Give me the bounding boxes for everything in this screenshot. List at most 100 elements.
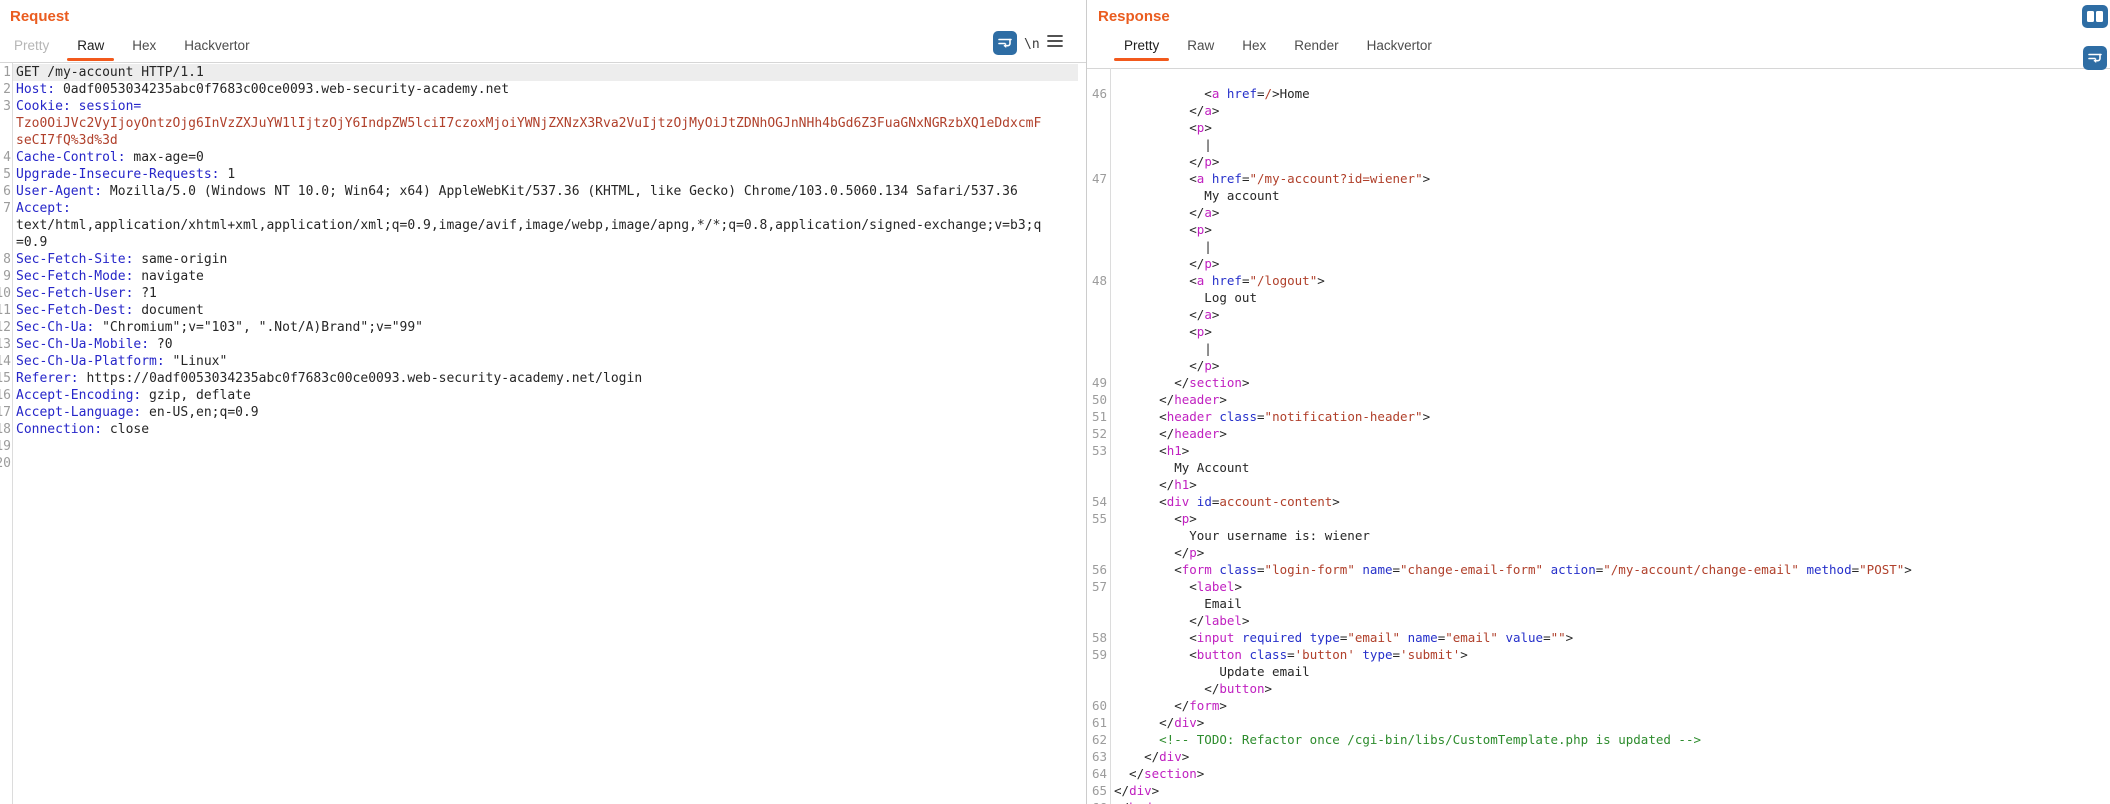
tab-pretty[interactable]: Pretty (1113, 28, 1170, 62)
split-panes-icon[interactable] (2082, 5, 2108, 28)
code-line[interactable]: 18 Connection: close (0, 421, 1086, 438)
code-line[interactable]: 12 Sec-Ch-Ua: "Chromium";v="103", ".Not/A… (0, 319, 1086, 336)
code-line[interactable]: 14 Sec-Ch-Ua-Platform: "Linux" (0, 353, 1086, 370)
code-line[interactable]: 2 Host: 0adf0053034235abc0f7683c00ce0093.… (0, 81, 1086, 98)
code-line[interactable]: </a> (1087, 204, 2110, 221)
code-line[interactable]: <p> (1087, 323, 2110, 340)
code-token: > (1219, 698, 1227, 713)
code-line[interactable]: Email (1087, 595, 2110, 612)
code-line[interactable]: 56 <form class="login-form" name="change… (1087, 561, 2110, 578)
code-line[interactable]: Log out (1087, 289, 2110, 306)
code-line[interactable]: 63 </div> (1087, 748, 2110, 765)
code-line[interactable]: 65 </div> (1087, 782, 2110, 799)
code-line[interactable]: <p> (1087, 221, 2110, 238)
code-line[interactable]: 48 <a href="/logout"> (1087, 272, 2110, 289)
code-line[interactable]: 17 Accept-Language: en-US,en;q=0.9 (0, 404, 1086, 421)
tab-pretty[interactable]: Pretty (8, 28, 55, 62)
code-line[interactable]: 7 Accept: (0, 200, 1086, 217)
code-line[interactable]: 53 <h1> (1087, 442, 2110, 459)
code-token: "/my-account/change-email" (1603, 562, 1799, 577)
code-line[interactable]: </p> (1087, 255, 2110, 272)
code-line[interactable]: 11 Sec-Fetch-Dest: document (0, 302, 1086, 319)
code-line[interactable]: </p> (1087, 153, 2110, 170)
code-line[interactable]: | (1087, 340, 2110, 357)
code-line[interactable]: </label> (1087, 612, 2110, 629)
code-line[interactable]: 66 </body> (1087, 799, 2110, 804)
code-token: > (1565, 630, 1574, 645)
code-token: > (1181, 749, 1190, 764)
code-token: type (1362, 647, 1393, 662)
code-line[interactable]: 51 <header class="notification-header"> (1087, 408, 2110, 425)
code-line[interactable]: 61 </div> (1087, 714, 2110, 731)
code-line[interactable]: seCI7fQ%3d%3d (0, 132, 1086, 149)
code-line[interactable]: 47 <a href="/my-account?id=wiener"> (1087, 170, 2110, 187)
code-line[interactable]: 5 Upgrade-Insecure-Requests: 1 (0, 166, 1086, 183)
code-line[interactable]: 62 <!-- TODO: Refactor once /cgi-bin/lib… (1087, 731, 2110, 748)
code-line[interactable]: </button> (1087, 680, 2110, 697)
code-token: </ (1114, 307, 1205, 322)
tab-raw[interactable]: Raw (1181, 28, 1220, 62)
code-line[interactable]: Update email (1087, 663, 2110, 680)
code-line[interactable]: My account (1087, 187, 2110, 204)
code-line[interactable]: 64 </section> (1087, 765, 2110, 782)
tab-raw[interactable]: Raw (67, 28, 115, 62)
code-token: href (1211, 273, 1242, 288)
line-number: 64 (1091, 766, 1107, 781)
line-number: 18 (0, 422, 11, 437)
code-line[interactable]: 13 Sec-Ch-Ua-Mobile: ?0 (0, 336, 1086, 353)
tab-hex[interactable]: Hex (1236, 28, 1272, 62)
tab-render[interactable]: Render (1288, 28, 1344, 62)
code-line[interactable]: 6 User-Agent: Mozilla/5.0 (Windows NT 10.… (0, 183, 1086, 200)
code-line[interactable]: 15 Referer: https://0adf0053034235abc0f76… (0, 370, 1086, 387)
wrap-lines-icon[interactable] (2083, 46, 2107, 70)
line-number: 16 (0, 388, 11, 403)
code-line[interactable]: </a> (1087, 306, 2110, 323)
code-line[interactable]: 8 Sec-Fetch-Site: same-origin (0, 251, 1086, 268)
code-token: "Linux" (164, 354, 228, 369)
code-line[interactable]: My Account (1087, 459, 2110, 476)
code-line[interactable]: <p> (1087, 119, 2110, 136)
code-line[interactable]: 52 </header> (1087, 425, 2110, 442)
code-line[interactable]: 19 (0, 438, 1086, 455)
show-newlines-button[interactable]: \n (1024, 37, 1040, 52)
code-line[interactable]: </p> (1087, 357, 2110, 374)
tab-hackvertor[interactable]: Hackvertor (1361, 28, 1438, 62)
code-line[interactable]: 57 <label> (1087, 578, 2110, 595)
code-line[interactable]: 1 GET /my-account HTTP/1.1 (0, 64, 1086, 81)
code-line[interactable]: | (1087, 136, 2110, 153)
line-number: 17 (0, 405, 11, 420)
code-line[interactable]: 3 Cookie: session= (0, 98, 1086, 115)
code-line[interactable]: | (1087, 238, 2110, 255)
hamburger-menu-icon[interactable] (1046, 34, 1064, 53)
code-line[interactable]: 59 <button class='button' type='submit'> (1087, 646, 2110, 663)
code-line[interactable]: 55 <p> (1087, 510, 2110, 527)
tab-hackvertor[interactable]: Hackvertor (178, 28, 255, 62)
code-line[interactable]: 60 </form> (1087, 697, 2110, 714)
code-line[interactable]: 49 </section> (1087, 374, 2110, 391)
code-line[interactable]: 16 Accept-Encoding: gzip, deflate (0, 387, 1086, 404)
code-line[interactable]: </a> (1087, 102, 2110, 119)
code-line[interactable]: </p> (1087, 544, 2110, 561)
tab-hex[interactable]: Hex (126, 28, 162, 62)
code-line[interactable]: 10 Sec-Fetch-User: ?1 (0, 285, 1086, 302)
code-line[interactable]: =0.9 (0, 234, 1086, 251)
code-token: href (1211, 171, 1242, 186)
code-line[interactable]: </h1> (1087, 476, 2110, 493)
code-line[interactable]: 20 (0, 455, 1086, 472)
wrap-lines-icon[interactable] (993, 31, 1017, 55)
response-viewer[interactable]: 46 <a href=/>Home </a> <p> | </p> 47 <a h… (1087, 68, 2110, 804)
code-line[interactable]: 54 <div id=account-content> (1087, 493, 2110, 510)
code-line[interactable]: 9 Sec-Fetch-Mode: navigate (0, 268, 1086, 285)
code-line[interactable]: text/html,application/xhtml+xml,applicat… (0, 217, 1086, 234)
code-line[interactable]: 58 <input required type="email" name="em… (1087, 629, 2110, 646)
code-token: section (1144, 766, 1197, 781)
code-line[interactable]: Tzo0OiJVc2VyIjoyOntzOjg6InVzZXJuYW1lIjtz… (0, 115, 1086, 132)
request-editor[interactable]: 1 GET /my-account HTTP/1.1 2 Host: 0adf0053… (0, 63, 1086, 804)
code-line[interactable]: 46 <a href=/>Home (1087, 85, 2110, 102)
code-token: > (1211, 103, 1220, 118)
code-line[interactable]: 4 Cache-Control: max-age=0 (0, 149, 1086, 166)
code-line[interactable]: Your username is: wiener (1087, 527, 2110, 544)
code-token: My Account (1114, 460, 1250, 475)
code-line[interactable]: 50 </header> (1087, 391, 2110, 408)
